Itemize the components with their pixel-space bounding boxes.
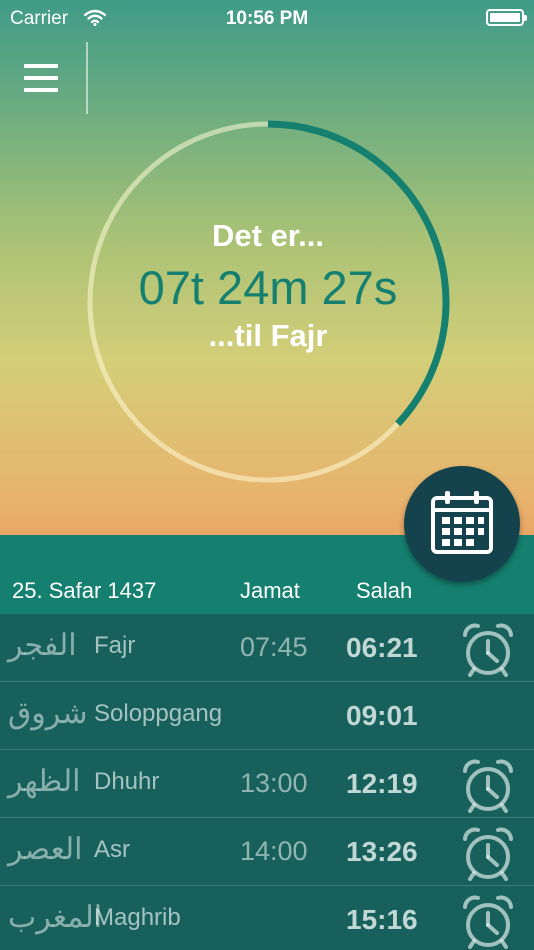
prayer-salah-time: 06:21 [346,632,418,663]
prayer-name: Asr [94,836,130,863]
calendar-icon [431,491,493,554]
alarm-clock-icon[interactable] [459,825,517,883]
alarm-clock-icon[interactable] [459,757,517,815]
prayer-salah-time: 12:19 [346,768,418,799]
prayer-arabic-name: العصر [8,832,83,867]
alarm-clock-icon[interactable] [459,621,517,679]
jamat-column-header: Jamat [240,578,300,603]
prayer-row-soloppgang[interactable]: شروق Soloppgang 09:01 [0,682,534,750]
countdown-remaining: 07t 24m 27s [138,261,398,314]
prayer-salah-time: 15:16 [346,904,418,935]
status-time: 10:56 PM [225,8,309,29]
salah-column-header: Salah [356,578,413,603]
prayer-salah-time: 13:26 [346,836,418,867]
countdown-suffix: ...til Fajr [208,318,328,353]
prayer-arabic-name: الظهر [8,764,81,799]
prayer-row-fajr[interactable]: الفجر Fajr 07:45 06:21 [0,614,534,682]
app-screen: Carrier 10:56 PM Det er... 07t 24m 27s .… [0,0,534,950]
menu-divider [86,42,88,114]
hijri-date: 25. Safar 1437 [12,578,157,603]
prayer-name: Dhuhr [94,768,160,795]
prayer-arabic-name: الفجر [8,628,77,663]
prayer-jamat-time: 13:00 [240,768,308,798]
prayer-arabic-name: المغرب [8,900,103,935]
prayer-row-dhuhr[interactable]: الظهر Dhuhr 13:00 12:19 [0,750,534,818]
hamburger-menu-icon[interactable] [24,62,60,94]
battery-icon [486,9,527,26]
countdown-prefix: Det er... [212,218,324,253]
prayer-name: Maghrib [94,904,181,931]
prayer-name: Fajr [94,632,136,659]
status-bar: Carrier 10:56 PM [0,0,534,36]
prayer-salah-time: 09:01 [346,700,418,731]
prayer-name: Soloppgang [94,700,223,727]
calendar-button[interactable] [404,466,520,582]
prayer-row-maghrib[interactable]: المغرب Maghrib 15:16 [0,886,534,950]
prayer-row-asr[interactable]: العصر Asr 14:00 13:26 [0,818,534,886]
prayer-arabic-name: شروق [8,696,88,731]
alarm-clock-icon[interactable] [459,893,517,950]
prayer-jamat-time: 14:00 [240,836,308,866]
prayer-list: الفجر Fajr 07:45 06:21 شروق Soloppgang 0… [0,614,534,950]
prayer-jamat-time: 07:45 [240,632,308,662]
